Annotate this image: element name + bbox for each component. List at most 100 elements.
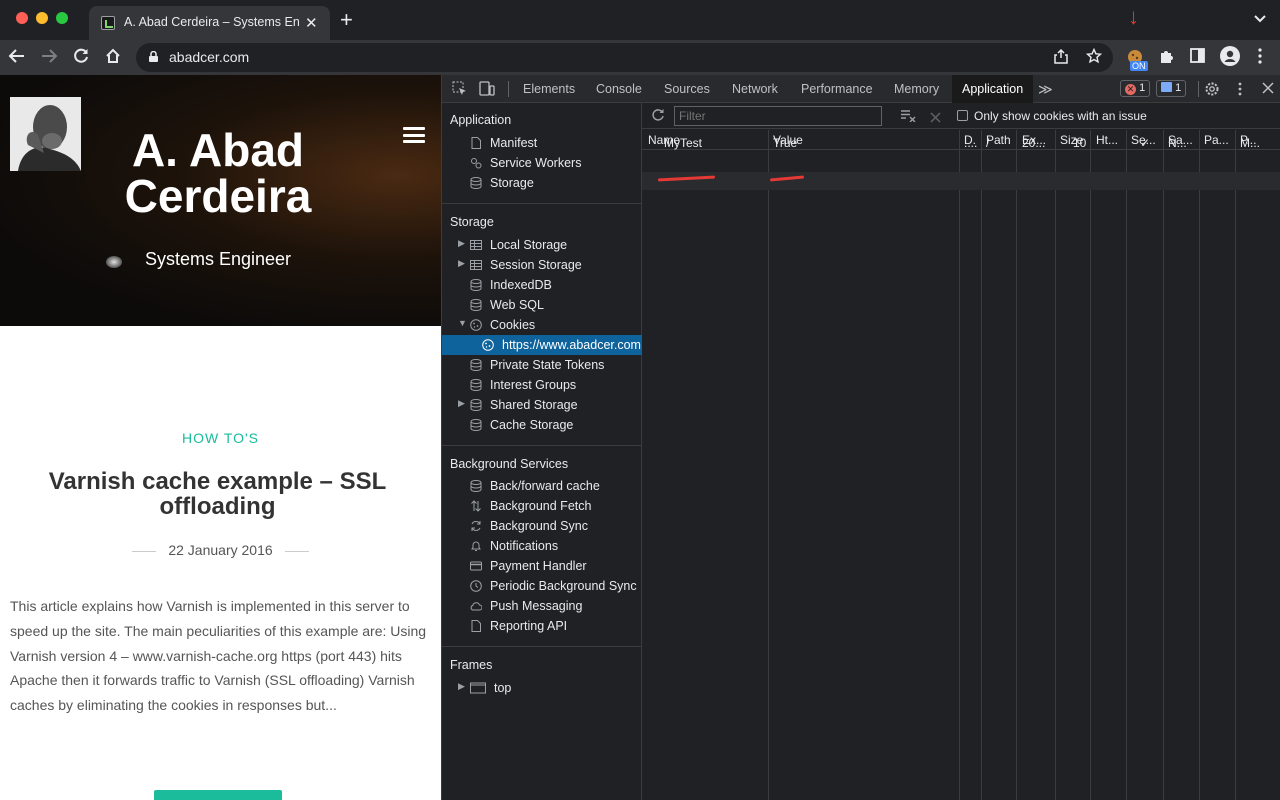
profile-avatar-icon[interactable] [1220, 46, 1240, 70]
error-count: 1 [1139, 82, 1146, 94]
sidebar-item-background-fetch[interactable]: Background Fetch [442, 496, 642, 516]
sidebar-item-cookies[interactable]: ▼ Cookies [442, 315, 642, 335]
bell-icon [471, 541, 481, 551]
browser-menu-icon[interactable] [1258, 48, 1262, 68]
tab-elements[interactable]: Elements [523, 82, 575, 96]
share-icon[interactable] [1054, 48, 1068, 68]
sidebar-item-push-messaging[interactable]: Push Messaging [442, 596, 642, 616]
table-icon [470, 240, 482, 250]
tab-performance[interactable]: Performance [801, 82, 873, 96]
more-tabs-icon[interactable]: ≫ [1038, 81, 1053, 98]
extensions-puzzle-icon[interactable] [1158, 48, 1174, 68]
sidebar-item-notifications[interactable]: Notifications [442, 536, 642, 556]
column-header-partition-key[interactable]: Pa... [1204, 133, 1229, 147]
database-icon [470, 480, 482, 492]
hero-banner: A. Abad Cerdeira Systems Engineer [0, 75, 441, 326]
window-close-button[interactable] [16, 12, 28, 24]
sidebar-item-bfcache[interactable]: Back/forward cache [442, 476, 642, 496]
tab-close-icon[interactable]: ✕ [305, 14, 318, 32]
browser-tab[interactable]: A. Abad Cerdeira – Systems En ✕ [89, 6, 330, 40]
sidebar-item-service-workers[interactable]: Service Workers [442, 153, 642, 173]
cookie-value-cell[interactable]: True [773, 130, 797, 150]
error-count-badge[interactable]: ✕ 1 [1120, 80, 1151, 97]
tab-network[interactable]: Network [732, 82, 778, 96]
device-toolbar-icon[interactable] [479, 81, 495, 99]
author-photo[interactable] [10, 97, 81, 171]
cookie-secure-cell[interactable]: ✓ [1140, 130, 1150, 150]
address-bar[interactable]: abadcer.com [136, 43, 1113, 72]
clock-icon [470, 580, 482, 592]
sidebar-item-manifest[interactable]: Manifest [442, 133, 642, 153]
side-panel-icon[interactable] [1190, 48, 1205, 67]
new-tab-button[interactable]: + [340, 9, 353, 31]
only-issues-checkbox[interactable] [957, 110, 968, 121]
devtools-menu-icon[interactable] [1238, 82, 1242, 99]
clear-all-cookies-icon[interactable] [900, 109, 916, 127]
sidebar-item-label: Session Storage [490, 258, 582, 272]
sidebar-item-background-sync[interactable]: Background Sync [442, 516, 642, 536]
sidebar-item-private-state-tokens[interactable]: Private State Tokens [442, 355, 642, 375]
sidebar-item-indexeddb[interactable]: IndexedDB [442, 275, 642, 295]
sidebar-item-reporting-api[interactable]: Reporting API [442, 616, 642, 636]
cookie-expires-cell[interactable]: 20... [1022, 130, 1045, 150]
sidebar-item-cookie-origin[interactable]: https://www.abadcer.com [442, 335, 642, 355]
sidebar-item-periodic-background-sync[interactable]: Periodic Background Sync [442, 576, 642, 596]
site-title[interactable]: A. Abad Cerdeira [100, 127, 336, 219]
browser-toolbar: abadcer.com ON [0, 40, 1280, 75]
back-arrow-icon[interactable] [8, 47, 26, 70]
cookie-samesite-cell[interactable]: N... [1168, 130, 1187, 150]
expand-arrow-icon[interactable]: ▶ [458, 398, 465, 409]
sidebar-item-storage-overview[interactable]: Storage [442, 173, 642, 193]
sidebar-item-frame-top[interactable]: ▶ top [442, 678, 642, 698]
post-category-link[interactable]: HOW TO'S [0, 430, 441, 446]
delete-selected-icon[interactable] [930, 110, 941, 128]
column-header-path[interactable]: Path [986, 133, 1011, 147]
sidebar-item-label: Manifest [490, 136, 538, 150]
sidebar-item-web-sql[interactable]: Web SQL [442, 295, 642, 315]
message-count-badge[interactable]: 1 [1156, 80, 1187, 97]
tab-search-chevron-icon[interactable] [1254, 10, 1266, 26]
devtools-tab-separator [508, 81, 509, 97]
tab-memory[interactable]: Memory [894, 82, 939, 96]
sidebar-item-label: Private State Tokens [490, 358, 605, 372]
cookies-toolbar: Only show cookies with an issue [642, 103, 1280, 129]
sidebar-item-interest-groups[interactable]: Interest Groups [442, 375, 642, 395]
cookie-extension-icon[interactable]: ON [1127, 49, 1148, 71]
inspect-element-icon[interactable] [452, 81, 467, 99]
tab-console[interactable]: Console [596, 82, 642, 96]
cookie-priority-cell[interactable]: M... [1240, 130, 1260, 150]
reload-icon[interactable] [72, 47, 90, 70]
cookie-domain-cell[interactable]: .... [964, 130, 977, 150]
sidebar-item-local-storage[interactable]: ▶ Local Storage [442, 235, 642, 255]
sidebar-item-cache-storage[interactable]: Cache Storage [442, 415, 642, 435]
window-minimize-button[interactable] [36, 12, 48, 24]
cookie-name-cell[interactable]: MyTest [664, 130, 702, 150]
sidebar-item-label: Web SQL [490, 298, 544, 312]
expand-arrow-icon[interactable]: ▶ [458, 258, 465, 269]
collapse-arrow-icon[interactable]: ▼ [458, 318, 467, 328]
cookie-path-cell[interactable]: / [986, 130, 989, 150]
expand-arrow-icon[interactable]: ▶ [458, 238, 465, 249]
expand-arrow-icon[interactable]: ▶ [458, 681, 465, 692]
close-devtools-icon[interactable] [1262, 82, 1274, 97]
refresh-icon[interactable] [651, 108, 665, 127]
sidebar-item-shared-storage[interactable]: ▶ Shared Storage [442, 395, 642, 415]
devtools-tabbar: Elements Console Sources Network Perform… [442, 75, 1280, 103]
bookmark-star-icon[interactable] [1085, 47, 1103, 68]
cookie-size-cell[interactable]: 10 [1073, 130, 1086, 150]
home-icon[interactable] [104, 47, 122, 70]
post-excerpt: This article explains how Varnish is imp… [10, 598, 427, 714]
sidebar-item-session-storage[interactable]: ▶ Session Storage [442, 255, 642, 275]
url-text[interactable]: abadcer.com [169, 49, 249, 65]
read-more-button[interactable] [154, 790, 282, 800]
forward-arrow-icon[interactable] [40, 47, 58, 70]
hamburger-menu-icon[interactable] [403, 127, 425, 143]
window-maximize-button[interactable] [56, 12, 68, 24]
post-title-link[interactable]: Varnish cache example – SSL offloading [20, 469, 415, 519]
cookie-filter-input[interactable] [674, 106, 882, 126]
tab-application[interactable]: Application [952, 75, 1034, 103]
tab-sources[interactable]: Sources [664, 82, 710, 96]
column-header-httponly[interactable]: Ht... [1096, 133, 1118, 147]
settings-gear-icon[interactable] [1204, 81, 1220, 100]
sidebar-item-payment-handler[interactable]: Payment Handler [442, 556, 642, 576]
